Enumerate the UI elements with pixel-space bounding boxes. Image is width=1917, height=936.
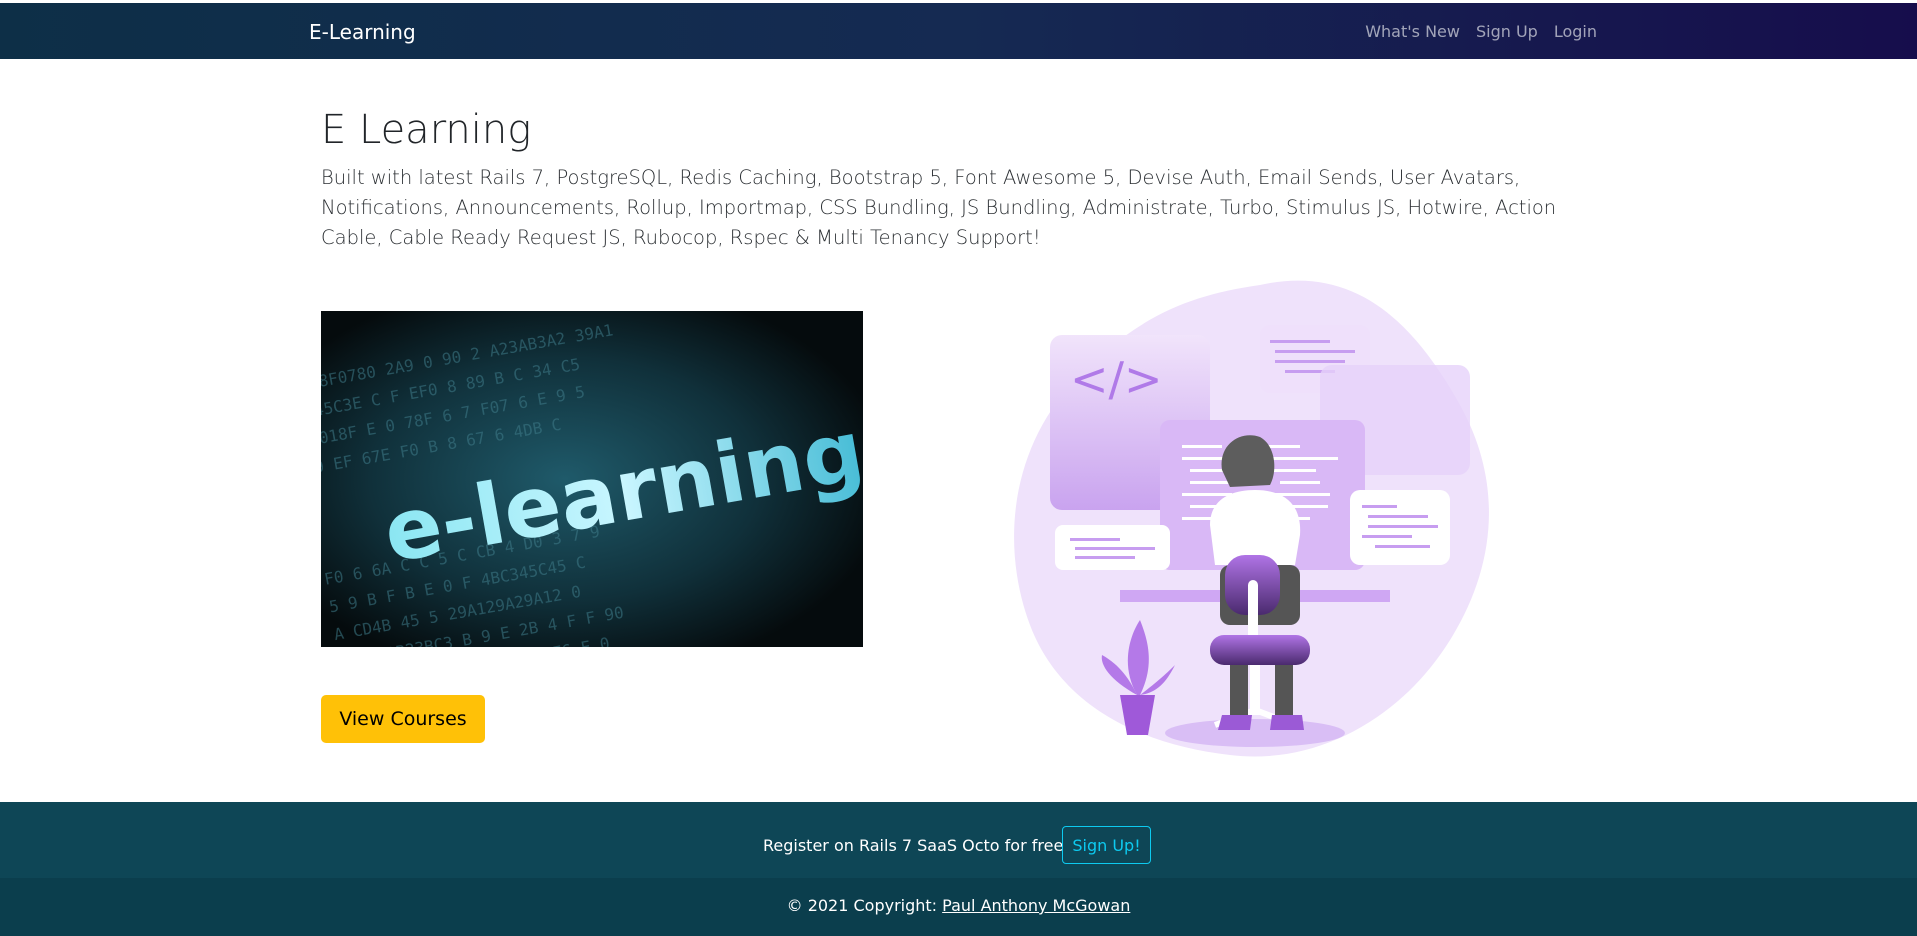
signup-button[interactable]: Sign Up! bbox=[1062, 826, 1151, 864]
signup-footer: Register on Rails 7 SaaS Octo for free S… bbox=[0, 802, 1917, 878]
e-learning-image: 0 18F0780 2A9 0 90 2 A23AB3A2 39A1 6D45C… bbox=[321, 311, 863, 647]
developer-illustration: </> bbox=[990, 225, 1500, 770]
nav-links: What's New Sign Up Login bbox=[1365, 22, 1597, 41]
copyright-line: © 2021 Copyright: Paul Anthony McGowan bbox=[0, 896, 1917, 915]
register-text: Register on Rails 7 SaaS Octo for free bbox=[763, 836, 1064, 855]
nav-whats-new-link[interactable]: What's New bbox=[1365, 22, 1460, 41]
e-learning-image-art: 0 18F0780 2A9 0 90 2 A23AB3A2 39A1 6D45C… bbox=[321, 311, 863, 647]
view-courses-button[interactable]: View Courses bbox=[321, 695, 485, 743]
copyright-footer: © 2021 Copyright: Paul Anthony McGowan bbox=[0, 878, 1917, 936]
main-content: E Learning Built with latest Rails 7, Po… bbox=[0, 59, 1917, 802]
copyright-prefix: © 2021 Copyright: bbox=[786, 896, 943, 915]
developer-illustration-art: </> bbox=[1014, 280, 1489, 757]
nav-login-link[interactable]: Login bbox=[1554, 22, 1597, 41]
navbar: E-Learning What's New Sign Up Login bbox=[0, 3, 1917, 59]
brand-link[interactable]: E-Learning bbox=[309, 20, 416, 44]
code-symbol-label: </> bbox=[1070, 352, 1163, 406]
nav-sign-up-link[interactable]: Sign Up bbox=[1476, 22, 1538, 41]
author-link[interactable]: Paul Anthony McGowan bbox=[942, 896, 1130, 915]
page-title: E Learning bbox=[321, 107, 532, 153]
